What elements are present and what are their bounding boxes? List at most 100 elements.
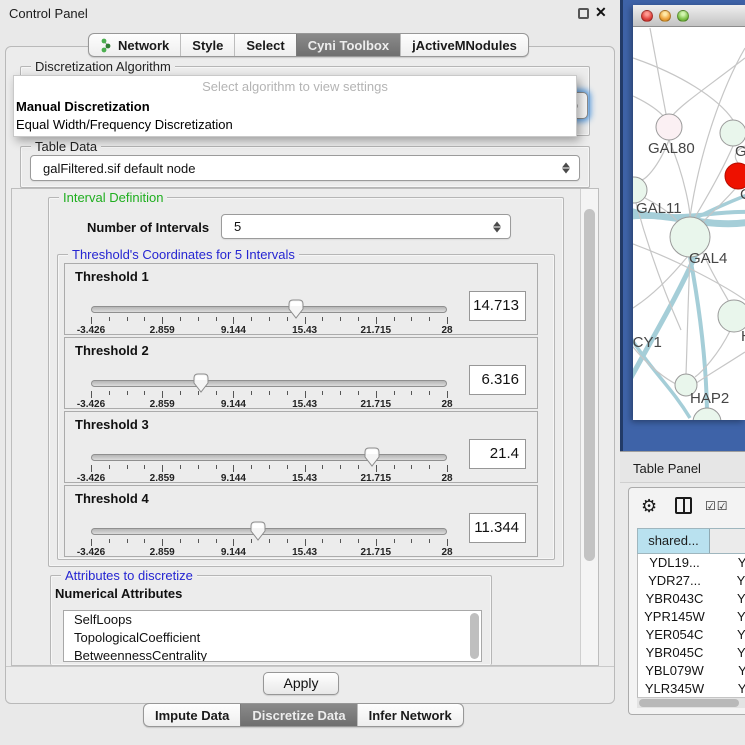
gear-icon[interactable]: ⚙ [641,496,657,517]
algorithm-placeholder: Select algorithm to view settings [14,76,576,98]
attributes-scrollbar-thumb[interactable] [470,613,479,659]
algorithm-option-equal-width[interactable]: Equal Width/Frequency Discretization [14,116,576,134]
column-layout-icon[interactable] [675,497,692,514]
apply-button[interactable]: Apply [263,672,339,695]
tick-label: 21.715 [361,547,392,558]
vertical-scrollbar[interactable] [580,189,598,665]
threshold-value-field[interactable]: 21.4 [469,439,526,469]
tick-label: 15.43 [292,325,317,336]
minor-tick [180,317,181,321]
network-canvas[interactable]: GAL80 GA C GAL11 GAL4 GCY1 H HAP2 [633,28,745,420]
close-icon[interactable]: ✕ [595,4,607,21]
threshold-panel: Threshold 1 -3.4262.8599.14415.4321.7152… [64,263,538,335]
table-row[interactable]: YER054CYER0 [638,626,745,644]
node-label: HAP2 [690,390,729,407]
minor-tick [322,391,323,395]
table-row[interactable]: YBL079WYBL0 [638,662,745,680]
major-tick [305,465,306,472]
table-cell: YDL1 [711,554,745,572]
major-tick [447,539,448,546]
table-data-combo[interactable]: galFiltered.sif default node [30,155,580,181]
threshold-slider[interactable]: -3.4262.8599.14415.4321.71528 [91,486,447,558]
slider-track[interactable] [91,380,447,387]
minor-tick [429,317,430,321]
node-label: GA [735,143,745,160]
network-window-titlebar[interactable] [633,5,745,27]
minor-tick [109,391,110,395]
mac-zoom-button[interactable] [677,10,689,22]
major-tick [376,539,377,546]
threshold-slider[interactable]: -3.4262.8599.14415.4321.71528 [91,264,447,336]
slider-track[interactable] [91,306,447,313]
tab-impute-data[interactable]: Impute Data [144,704,240,726]
attribute-item[interactable]: BetweennessCentrality [64,647,481,662]
combo-stepper-icon [562,163,570,174]
tick-label: 2.859 [150,473,175,484]
numerical-attributes-list[interactable]: SelfLoopsTopologicalCoefficientBetweenne… [63,610,482,662]
tick-label: 15.43 [292,473,317,484]
mac-close-button[interactable] [641,10,653,22]
tab-style[interactable]: Style [180,34,234,56]
horizontal-scrollbar[interactable] [637,697,745,708]
minor-tick [144,465,145,469]
threshold-slider[interactable]: -3.4262.8599.14415.4321.71528 [91,412,447,484]
slider-track[interactable] [91,454,447,461]
threshold-panel: Threshold 3 -3.4262.8599.14415.4321.7152… [64,411,538,483]
select-columns-icon[interactable]: ☑☑ [705,499,729,513]
table-cell: YDR27... [638,572,711,590]
algorithm-option-manual[interactable]: Manual Discretization [14,98,576,116]
group-threshold-coordinates: Threshold's Coordinates for 5 Intervals … [57,254,555,560]
slider-handle[interactable] [250,521,266,541]
slider-handle[interactable] [364,447,380,467]
edge [633,96,665,118]
table-cell: YLR3 [711,680,745,698]
threshold-slider[interactable]: -3.4262.8599.14415.4321.71528 [91,338,447,410]
slider-ticks [91,317,447,325]
threshold-value-field[interactable]: 6.316 [469,365,526,395]
node-label: C [740,186,745,203]
tab-infer-network[interactable]: Infer Network [357,704,463,726]
slider-handle[interactable] [288,299,304,319]
mac-minimize-button[interactable] [659,10,671,22]
tab-select[interactable]: Select [234,34,295,56]
table-row[interactable]: YDR27...YDR2 [638,572,745,590]
threshold-panel: Threshold 4 -3.4262.8599.14415.4321.7152… [64,485,538,557]
threshold-value-field[interactable]: 11.344 [469,513,526,543]
bottom-separator [6,666,614,667]
tab-label: Network [118,38,169,53]
attribute-item[interactable]: TopologicalCoefficient [64,629,481,647]
minor-tick [429,391,430,395]
settings-scroll-viewport: Interval Definition Number of Intervals … [11,188,599,666]
tab-cyni-toolbox[interactable]: Cyni Toolbox [296,34,400,56]
table-row[interactable]: YBR043CYBR0 [638,590,745,608]
tick-label: 15.43 [292,399,317,410]
slider-track[interactable] [91,528,447,535]
node-label: GAL11 [636,200,682,217]
node-table: shared... na YDL19...YDL1YDR27...YDR2YBR… [637,528,745,698]
number-of-intervals-combo[interactable]: 5 [221,214,511,239]
tab-label: Discretize Data [252,708,345,723]
table-row[interactable]: YBR045CYBR0 [638,644,745,662]
table-row[interactable]: YPR145WYPR1 [638,608,745,626]
threshold-value-field[interactable]: 14.713 [469,291,526,321]
column-header-name[interactable]: na [710,529,745,553]
tab-discretize-data[interactable]: Discretize Data [240,704,356,726]
algorithm-dropdown-popup: Select algorithm to view settings Manual… [13,75,577,137]
attribute-item[interactable]: SelfLoops [64,611,481,629]
table-panel-body: ⚙ ☑☑ shared... na YDL19...YDL1YDR27...YD… [628,487,745,715]
table-row[interactable]: YDL19...YDL1 [638,554,745,572]
tab-network[interactable]: Network [89,34,180,56]
column-header-shared-name[interactable]: shared... [638,529,710,553]
table-row[interactable]: YLR345WYLR3 [638,680,745,698]
minor-tick [269,317,270,321]
threshold-list: Threshold 1 -3.4262.8599.14415.4321.7152… [64,263,538,559]
tab-jactivemnodules[interactable]: jActiveMNodules [400,34,528,56]
table-cell: YER054C [638,626,711,644]
horizontal-scrollbar-thumb[interactable] [639,699,739,707]
node-pink [656,114,682,140]
table-cell: YBR043C [638,590,711,608]
minor-tick [394,391,395,395]
float-window-icon[interactable] [578,8,589,19]
vertical-scrollbar-thumb[interactable] [584,209,595,561]
slider-handle[interactable] [193,373,209,393]
